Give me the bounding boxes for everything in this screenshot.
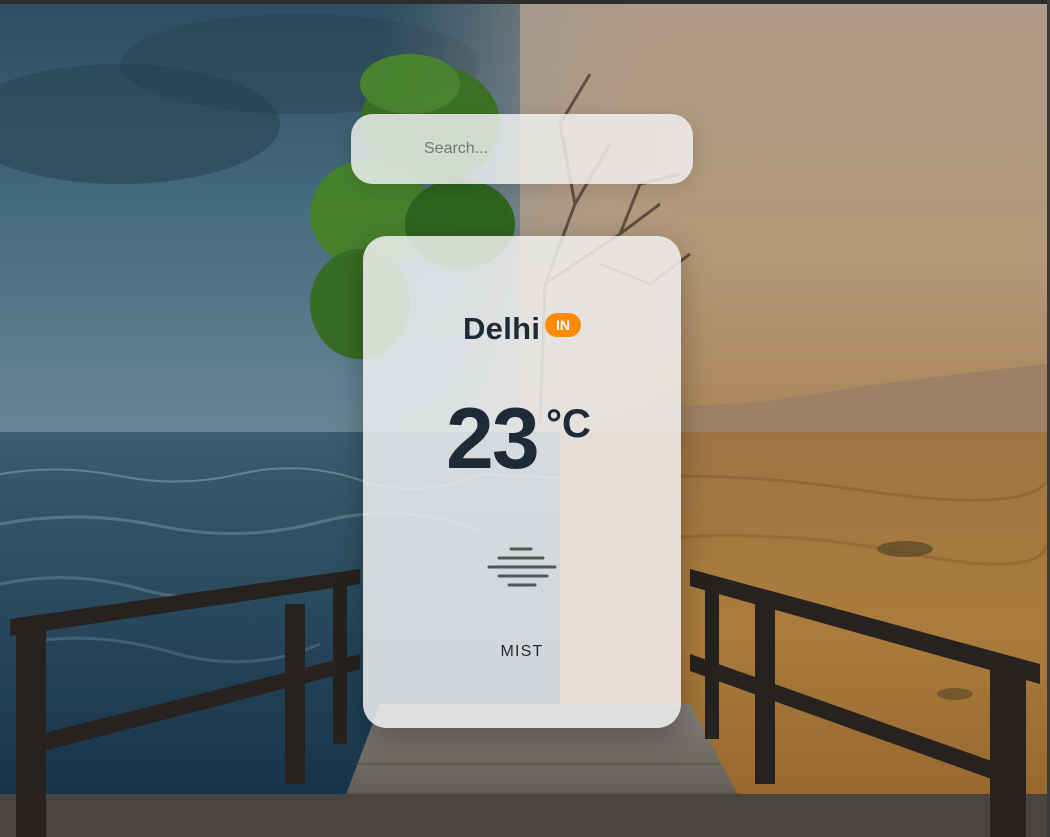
search-input[interactable] (351, 114, 693, 184)
temperature-value: 23 (446, 391, 540, 487)
temperature-row: 23 °C (363, 394, 681, 489)
city-name: Delhi (463, 311, 541, 346)
country-badge: IN (545, 313, 581, 337)
weather-card: Delhi IN 23 °C MIST (363, 236, 681, 728)
temperature-unit: °C (546, 402, 591, 446)
location-row: Delhi IN (363, 311, 681, 355)
weather-condition: MIST (500, 643, 544, 660)
mist-icon (485, 542, 559, 590)
window-top-border (0, 0, 1050, 4)
search-bar[interactable] (351, 114, 693, 184)
